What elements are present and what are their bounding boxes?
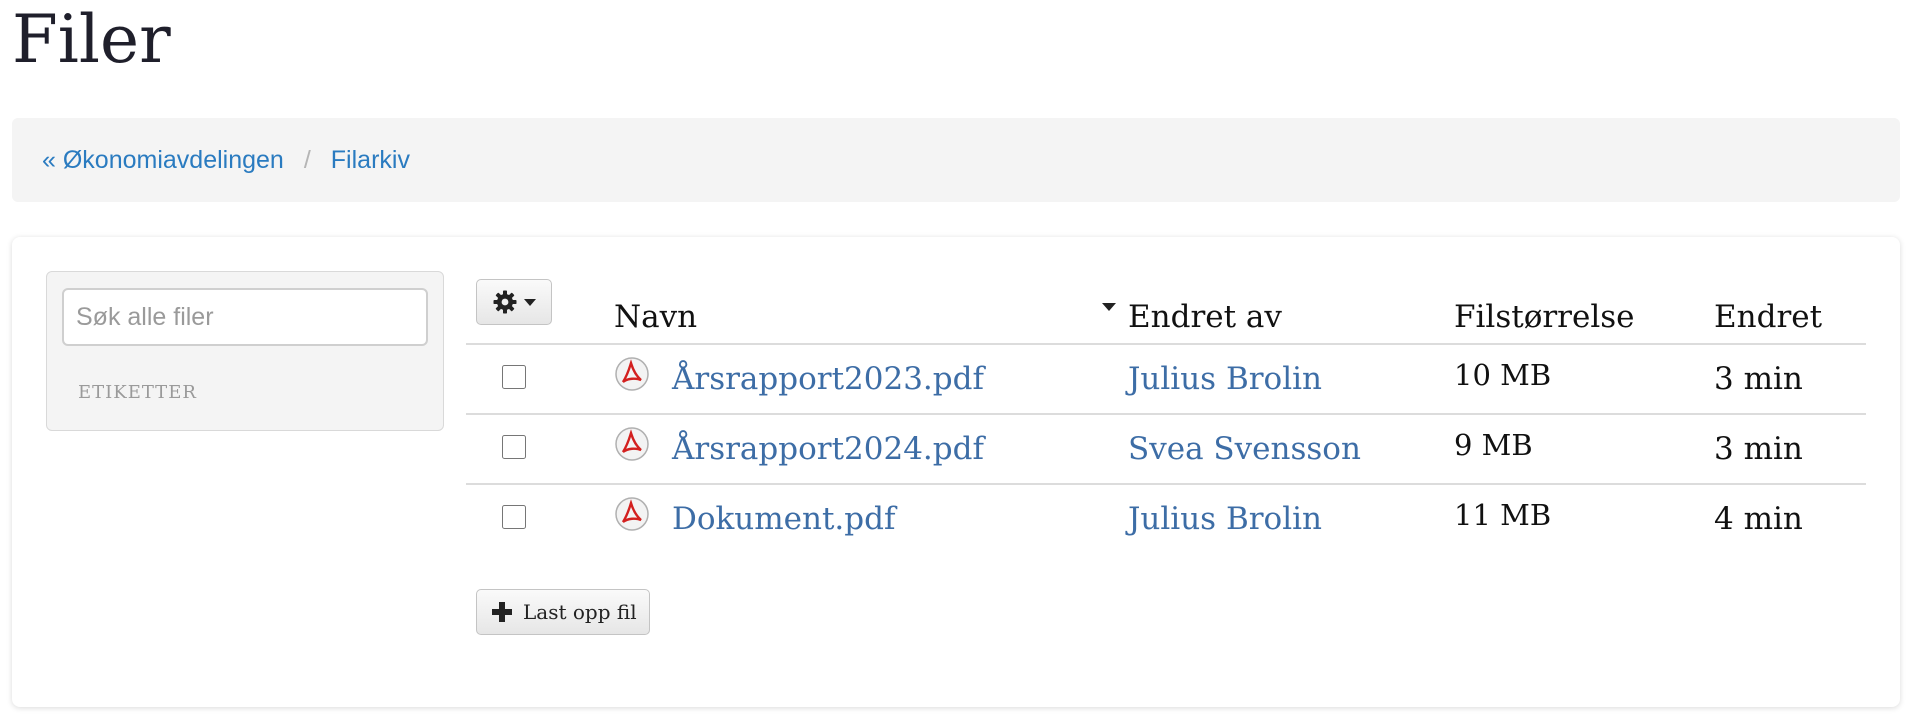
- modified-time: 4 min: [1714, 501, 1803, 537]
- file-name-cell: Årsrapport2024.pdf: [614, 414, 1128, 485]
- table-row: Dokument.pdf Julius Brolin 11 MB 4 min: [466, 484, 1866, 553]
- author-cell: Julius Brolin: [1128, 344, 1454, 415]
- file-size: 9 MB: [1454, 428, 1533, 462]
- file-name-cell: Årsrapport2023.pdf: [614, 344, 1128, 415]
- file-link[interactable]: Dokument.pdf: [672, 501, 895, 537]
- tags-heading: ETIKETTER: [78, 382, 197, 403]
- breadcrumb-item-okonomiavdelingen[interactable]: « Økonomiavdelingen: [42, 146, 284, 175]
- row-checkbox[interactable]: [502, 505, 526, 529]
- changed-cell: 4 min: [1714, 484, 1866, 553]
- page-title: Filer: [12, 1, 171, 78]
- breadcrumb: « Økonomiavdelingen / Filarkiv: [12, 118, 1900, 202]
- actions-menu-button[interactable]: [476, 279, 552, 325]
- file-size: 10 MB: [1454, 358, 1552, 392]
- breadcrumb-separator: /: [303, 145, 311, 174]
- file-link[interactable]: Årsrapport2023.pdf: [672, 361, 984, 397]
- files-panel: ETIKETTER Navn Endret av Filstørrelse En…: [12, 237, 1900, 707]
- size-cell: 9 MB: [1454, 414, 1714, 485]
- changed-cell: 3 min: [1714, 414, 1866, 485]
- author-link[interactable]: Julius Brolin: [1128, 361, 1322, 397]
- pdf-icon: [615, 497, 649, 531]
- header-name[interactable]: Navn: [614, 279, 1128, 345]
- row-select-cell: [466, 344, 614, 415]
- file-size: 11 MB: [1454, 498, 1552, 532]
- row-checkbox[interactable]: [502, 365, 526, 389]
- plus-icon: [492, 602, 512, 622]
- author-link[interactable]: Julius Brolin: [1128, 501, 1322, 537]
- file-name-cell: Dokument.pdf: [614, 484, 1128, 553]
- pdf-icon: [615, 427, 649, 461]
- header-name-label: Navn: [614, 299, 698, 335]
- row-select-cell: [466, 484, 614, 553]
- file-link[interactable]: Årsrapport2024.pdf: [672, 431, 984, 467]
- table-row: Årsrapport2024.pdf Svea Svensson 9 MB 3 …: [466, 414, 1866, 485]
- header-author[interactable]: Endret av: [1128, 279, 1454, 345]
- filter-sidebar: ETIKETTER: [46, 271, 444, 431]
- pdf-icon: [615, 357, 649, 391]
- breadcrumb-item-filarkiv[interactable]: Filarkiv: [331, 146, 410, 175]
- modified-time: 3 min: [1714, 431, 1803, 467]
- changed-cell: 3 min: [1714, 344, 1866, 415]
- chevron-down-icon: [524, 298, 536, 306]
- upload-file-label: Last opp fil: [523, 600, 637, 624]
- author-link[interactable]: Svea Svensson: [1128, 431, 1361, 467]
- gear-icon: [493, 290, 517, 314]
- header-size[interactable]: Filstørrelse: [1454, 279, 1714, 345]
- sort-desc-icon[interactable]: [1102, 303, 1116, 311]
- file-table: Navn Endret av Filstørrelse Endret Årsra…: [466, 279, 1866, 553]
- modified-time: 3 min: [1714, 361, 1803, 397]
- table-header-row: Navn Endret av Filstørrelse Endret: [466, 279, 1866, 345]
- upload-file-button[interactable]: Last opp fil: [476, 589, 650, 635]
- table-row: Årsrapport2023.pdf Julius Brolin 10 MB 3…: [466, 344, 1866, 415]
- row-checkbox[interactable]: [502, 435, 526, 459]
- search-input[interactable]: [62, 288, 428, 346]
- author-cell: Svea Svensson: [1128, 414, 1454, 485]
- size-cell: 10 MB: [1454, 344, 1714, 415]
- size-cell: 11 MB: [1454, 484, 1714, 553]
- row-select-cell: [466, 414, 614, 485]
- author-cell: Julius Brolin: [1128, 484, 1454, 553]
- header-changed[interactable]: Endret: [1714, 279, 1866, 345]
